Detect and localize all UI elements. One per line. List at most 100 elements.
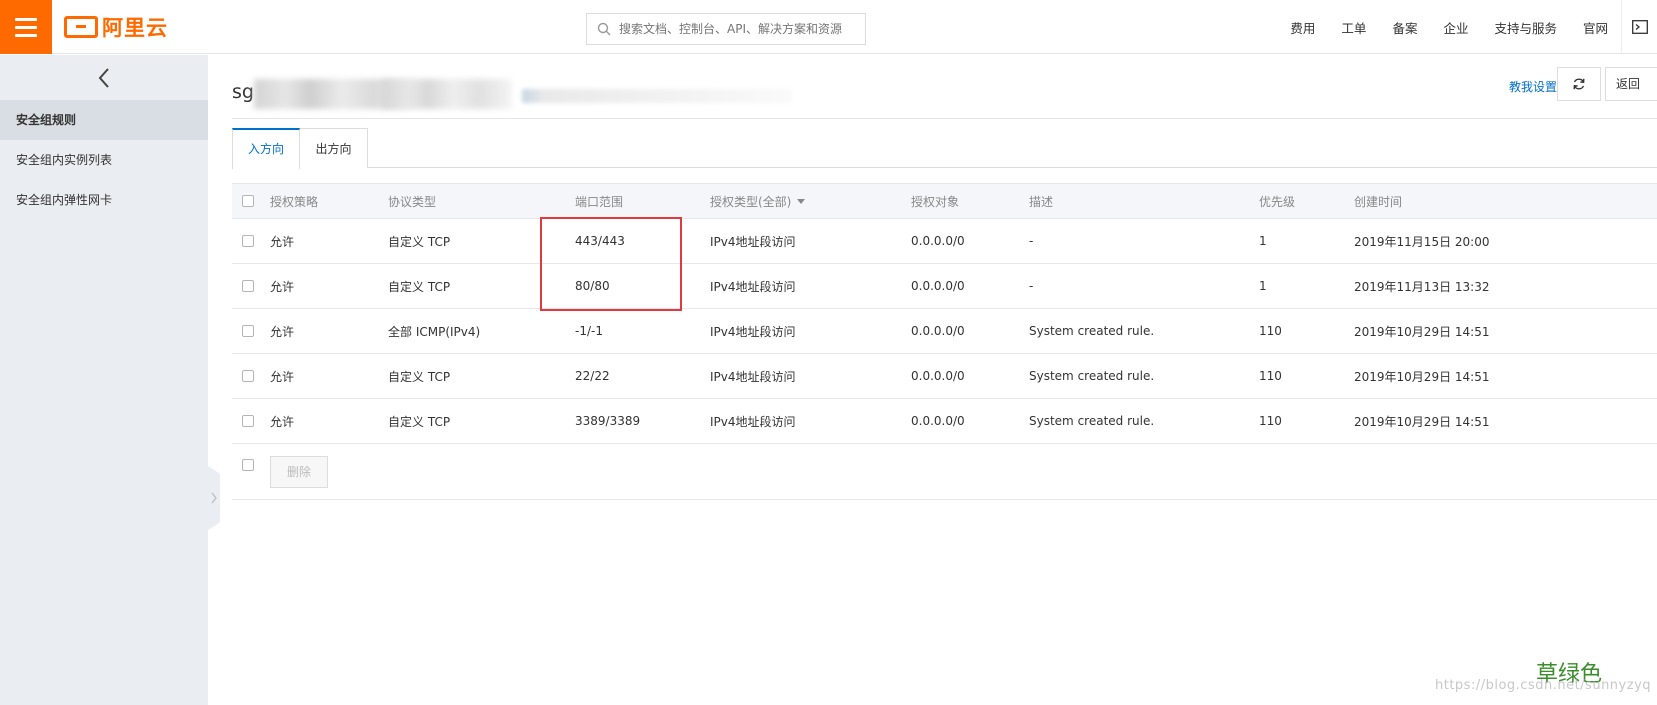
cell-policy: 允许 (270, 324, 295, 339)
row-checkbox[interactable] (242, 399, 254, 443)
table-header: 授权策略 协议类型 端口范围 授权类型(全部) 授权对象 描述 优先级 创建时间 (232, 183, 1657, 219)
nav-official-site[interactable]: 官网 (1570, 18, 1621, 37)
search-icon (597, 22, 611, 36)
col-created-time[interactable]: 创建时间 (1354, 184, 1402, 218)
row-checkbox[interactable] (242, 354, 254, 398)
cell-auth-object: 0.0.0.0/0 (911, 279, 965, 293)
back-button[interactable]: 返回 (1605, 67, 1657, 101)
nav-enterprise[interactable]: 企业 (1430, 18, 1481, 37)
cell-protocol: 自定义 TCP (388, 369, 451, 384)
cell-policy: 允许 (270, 279, 295, 294)
table-row: 允许 自定义 TCP 443/443 IPv4地址段访问 0.0.0.0/0-1 2019… (232, 219, 1657, 264)
nav-billing[interactable]: 费用 (1277, 18, 1328, 37)
cell-priority: 110 (1259, 414, 1282, 428)
top-nav: 费用 工单 备案 企业 支持与服务 官网 (1277, 0, 1657, 54)
sidebar: 安全组规则 安全组内实例列表 安全组内弹性网卡 (0, 55, 208, 705)
table-footer: 删除 (232, 444, 1657, 500)
cell-priority: 110 (1259, 324, 1282, 338)
refresh-button[interactable] (1557, 67, 1601, 101)
table-row: 允许 自定义 TCP 3389/3389 IPv4地址段访问 0.0.0.0/0 Syst… (232, 399, 1657, 444)
tab-outbound[interactable]: 出方向 (300, 128, 368, 168)
nav-icp[interactable]: 备案 (1379, 18, 1430, 37)
sidebar-item-instances[interactable]: 安全组内实例列表 (0, 140, 208, 180)
redacted-id (522, 89, 792, 103)
tab-inbound[interactable]: 入方向 (232, 128, 300, 169)
watermark: https://blog.csdn.net/sunnyzyq (1435, 678, 1652, 693)
cell-auth-object: 0.0.0.0/0 (911, 324, 965, 338)
cell-protocol: 全部 ICMP(IPv4) (388, 324, 481, 339)
col-auth-type: 授权类型(全部) (710, 194, 792, 209)
cell-port-range: -1/-1 (575, 324, 603, 338)
rules-table: 授权策略 协议类型 端口范围 授权类型(全部) 授权对象 描述 优先级 创建时间… (232, 183, 1657, 500)
menu-icon[interactable] (0, 0, 52, 54)
cell-priority: 1 (1259, 234, 1267, 248)
col-priority[interactable]: 优先级 (1259, 184, 1295, 218)
cell-created-time: 2019年10月29日 14:51 (1354, 369, 1490, 384)
nav-support[interactable]: 支持与服务 (1481, 18, 1570, 37)
cell-description: System created rule. (1029, 369, 1155, 383)
cell-created-time: 2019年11月13日 13:32 (1354, 279, 1490, 294)
cell-auth-object: 0.0.0.0/0 (911, 414, 965, 428)
cell-created-time: 2019年11月15日 20:00 (1354, 234, 1490, 249)
cell-auth-object: 0.0.0.0/0 (911, 369, 965, 383)
caret-down-icon (797, 198, 806, 204)
cell-auth-type: IPv4地址段访问 (710, 234, 796, 249)
page-title: sg (232, 81, 254, 103)
col-policy[interactable]: 授权策略 (270, 184, 318, 218)
cell-policy: 允许 (270, 369, 295, 384)
col-auth-object[interactable]: 授权对象 (911, 184, 959, 218)
cell-created-time: 2019年10月29日 14:51 (1354, 414, 1490, 429)
aliyun-logo[interactable]: 阿里云 (64, 14, 168, 40)
sidebar-item-enis[interactable]: 安全组内弹性网卡 (0, 180, 208, 220)
help-link[interactable]: 教我设置 (1509, 78, 1557, 95)
search-input[interactable] (619, 22, 849, 36)
col-port-range[interactable]: 端口范围 (575, 184, 623, 218)
chevron-right-icon (211, 492, 217, 504)
cell-description: - (1029, 279, 1034, 293)
cell-port-range: 22/22 (575, 369, 610, 383)
cell-description: - (1029, 234, 1034, 248)
cell-created-time: 2019年10月29日 14:51 (1354, 324, 1490, 339)
chevron-left-icon (98, 67, 109, 88)
row-checkbox[interactable] (242, 219, 254, 263)
cell-port-range: 3389/3389 (575, 414, 641, 428)
cell-auth-type: IPv4地址段访问 (710, 279, 796, 294)
cell-auth-type: IPv4地址段访问 (710, 324, 796, 339)
direction-tabs: 入方向 出方向 (232, 128, 1657, 169)
top-bar: 阿里云 费用 工单 备案 企业 支持与服务 官网 (0, 0, 1657, 54)
cell-auth-type: IPv4地址段访问 (710, 369, 796, 384)
table-row: 允许 全部 ICMP(IPv4) -1/-1 IPv4地址段访问 0.0.0.0/0 Sy… (232, 309, 1657, 354)
cell-priority: 110 (1259, 369, 1282, 383)
cell-policy: 允许 (270, 234, 295, 249)
sidebar-back-button[interactable] (0, 55, 208, 100)
footer-select-checkbox[interactable] (242, 444, 254, 486)
terminal-icon[interactable] (1621, 0, 1657, 54)
col-auth-type-filter[interactable]: 授权类型(全部) (710, 184, 806, 218)
logo-text: 阿里云 (102, 16, 168, 40)
table-row: 允许 自定义 TCP 22/22 IPv4地址段访问 0.0.0.0/0 System c… (232, 354, 1657, 399)
row-checkbox[interactable] (242, 309, 254, 353)
title-row: sg 教我设置 返回 (232, 67, 1657, 119)
select-all-checkbox[interactable] (242, 184, 254, 218)
cell-protocol: 自定义 TCP (388, 414, 451, 429)
sidebar-collapse-handle[interactable] (208, 466, 220, 530)
refresh-icon (1573, 78, 1585, 90)
cell-priority: 1 (1259, 279, 1267, 293)
sidebar-item-security-rules[interactable]: 安全组规则 (0, 100, 208, 140)
cell-auth-type: IPv4地址段访问 (710, 414, 796, 429)
cell-description: System created rule. (1029, 324, 1155, 338)
highlight-box (540, 217, 682, 311)
delete-button[interactable]: 删除 (270, 456, 328, 488)
table-row: 允许 自定义 TCP 80/80 IPv4地址段访问 0.0.0.0/0-1 2019年1… (232, 264, 1657, 309)
col-description[interactable]: 描述 (1029, 184, 1053, 218)
main-content: sg 教我设置 返回 入方向 出方向 授权策略 协议类型 端口范围 授权类型(全… (232, 55, 1657, 705)
redacted-title-part (382, 79, 512, 109)
col-protocol[interactable]: 协议类型 (388, 184, 436, 218)
logo-mark-icon (64, 16, 98, 38)
cell-description: System created rule. (1029, 414, 1155, 428)
cell-protocol: 自定义 TCP (388, 279, 451, 294)
nav-tickets[interactable]: 工单 (1328, 18, 1379, 37)
cell-protocol: 自定义 TCP (388, 234, 451, 249)
search-box[interactable] (586, 13, 866, 45)
row-checkbox[interactable] (242, 264, 254, 308)
